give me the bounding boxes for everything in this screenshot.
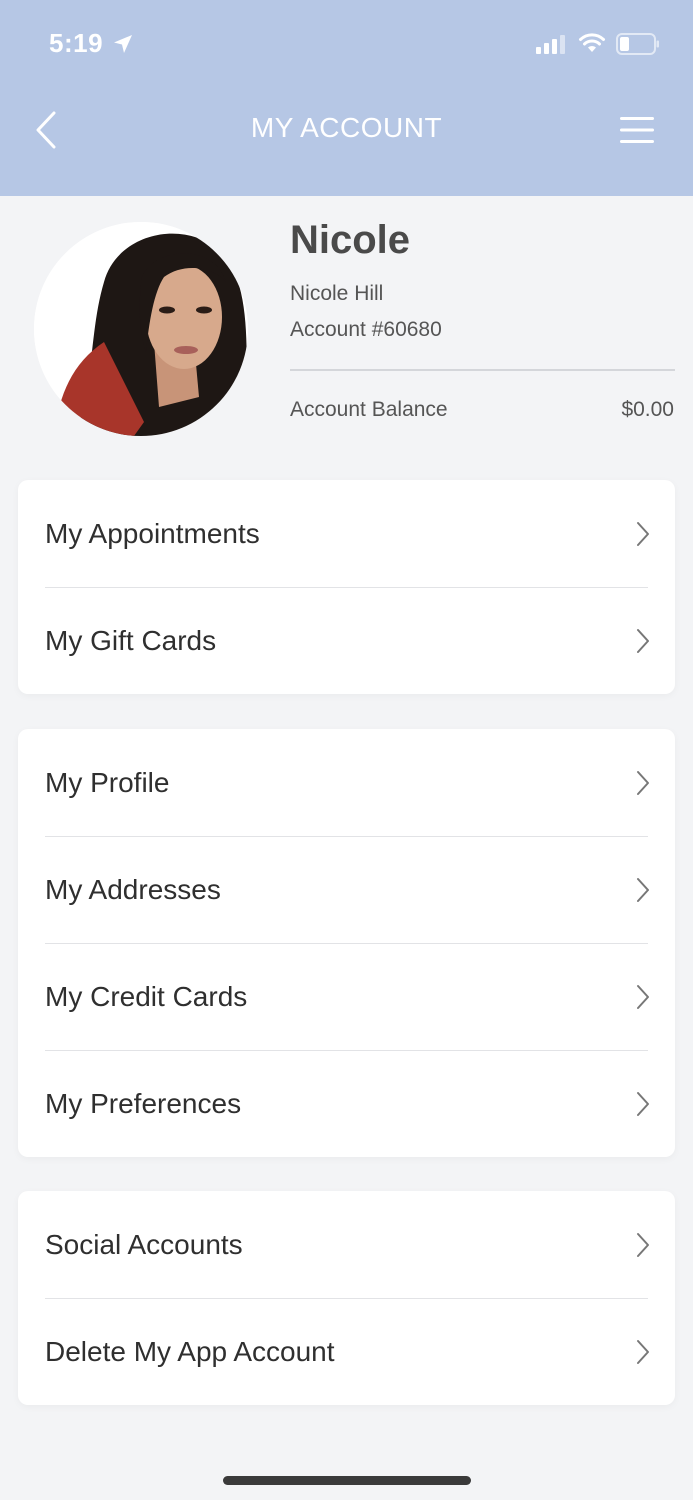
menu-item-label: My Addresses — [45, 874, 221, 905]
avatar — [34, 222, 248, 436]
battery-icon — [616, 33, 659, 55]
chevron-right-icon — [637, 629, 649, 653]
status-time: 5:19 — [49, 28, 104, 58]
app-header: 5:19 MY ACCOUNT — [0, 0, 693, 196]
cellular-signal-icon — [536, 35, 565, 54]
menu-item-label: Delete My App Account — [45, 1336, 335, 1367]
avatar-photo — [34, 222, 248, 436]
location-arrow-icon — [114, 35, 132, 53]
chevron-right-icon — [637, 878, 649, 902]
menu-item-label: My Credit Cards — [45, 981, 248, 1012]
chevron-right-icon — [637, 985, 649, 1009]
menu-item-label: My Appointments — [45, 518, 260, 549]
menu-item-my-appointments[interactable]: My Appointments — [18, 480, 675, 587]
hamburger-menu-icon[interactable] — [618, 114, 656, 146]
menu-group-appointments: My Appointments My Gift Cards — [18, 480, 675, 694]
menu-item-my-credit-cards[interactable]: My Credit Cards — [18, 943, 675, 1050]
profile-nickname: Nicole — [290, 218, 411, 262]
account-balance-label: Account Balance — [290, 398, 448, 421]
menu-item-my-addresses[interactable]: My Addresses — [18, 836, 675, 943]
menu-item-my-preferences[interactable]: My Preferences — [18, 1050, 675, 1157]
menu-item-label: Social Accounts — [45, 1229, 243, 1260]
menu-item-label: My Preferences — [45, 1088, 242, 1119]
menu-item-label: My Profile — [45, 767, 170, 798]
menu-group-accounts: Social Accounts Delete My App Account — [18, 1191, 675, 1405]
chevron-right-icon — [637, 771, 649, 795]
profile-full-name: Nicole Hill — [290, 282, 384, 305]
menu-item-my-profile[interactable]: My Profile — [18, 729, 675, 836]
chevron-right-icon — [637, 1092, 649, 1116]
page-title: MY ACCOUNT — [250, 112, 443, 143]
menu-group-profile: My Profile My Addresses My Credit Cards … — [18, 729, 675, 1157]
wifi-icon — [579, 33, 605, 52]
home-indicator[interactable] — [223, 1476, 471, 1485]
menu-item-delete-app-account[interactable]: Delete My App Account — [18, 1298, 675, 1405]
menu-item-my-gift-cards[interactable]: My Gift Cards — [18, 587, 675, 694]
account-balance-value: $0.00 — [621, 398, 674, 421]
chevron-right-icon — [637, 1233, 649, 1257]
chevron-right-icon — [637, 1340, 649, 1364]
menu-item-label: My Gift Cards — [45, 625, 217, 656]
profile-divider — [290, 369, 675, 371]
profile-account-number: Account #60680 — [290, 318, 442, 341]
menu-item-social-accounts[interactable]: Social Accounts — [18, 1191, 675, 1298]
chevron-right-icon — [637, 522, 649, 546]
